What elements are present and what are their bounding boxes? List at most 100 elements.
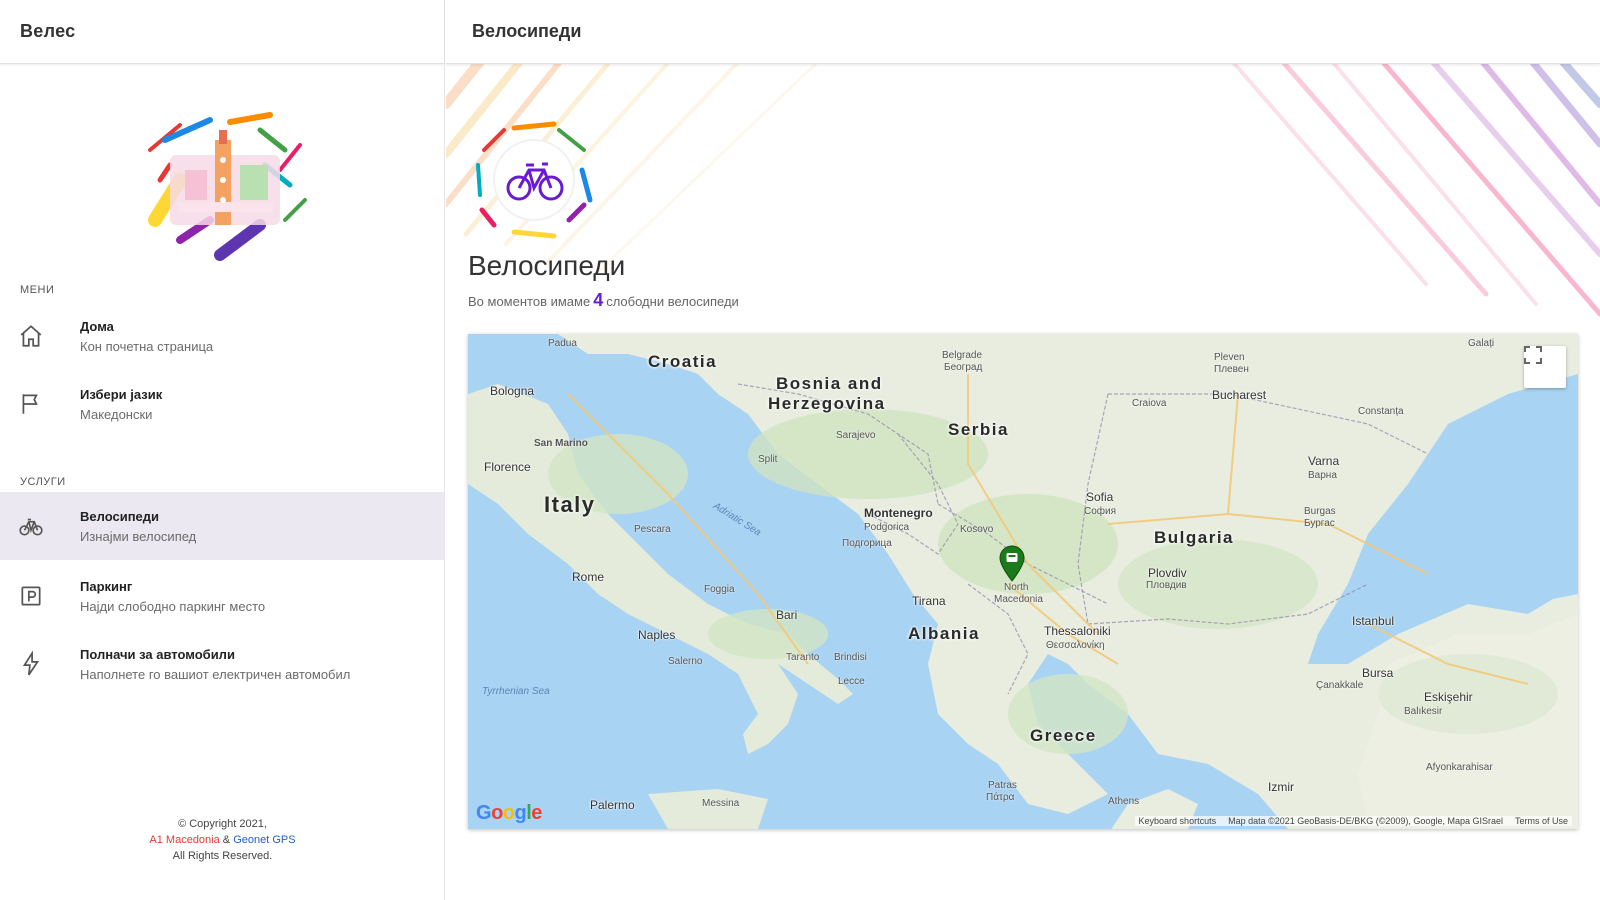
map-label-city: Београд xyxy=(944,362,983,373)
map-label-city: Podgorica xyxy=(864,522,910,533)
nav-subtitle: Македонски xyxy=(80,406,153,422)
map-label-country: Croatia xyxy=(648,352,718,371)
map-label-city: Constanța xyxy=(1358,406,1404,417)
map-label-city: Athens xyxy=(1108,796,1140,807)
map-label-city: Bologna xyxy=(490,384,535,398)
lightning-icon xyxy=(0,630,80,698)
nav-subtitle: Кон почетна страница xyxy=(80,338,214,354)
app-root: Велес МЕНИ Дома Кон почетна страница Изб… xyxy=(0,0,1600,900)
nav-subtitle: Изнајми велосипед xyxy=(80,528,197,544)
map-label-country: Herzegovina xyxy=(768,394,886,413)
map-label-city: Thessaloniki xyxy=(1044,624,1111,638)
availability-prefix: Во моментов имаме xyxy=(468,294,591,309)
sidebar-item-bicycles[interactable]: Велосипеди Изнајми велосипед xyxy=(0,492,445,560)
map-label-country: Bulgaria xyxy=(1154,528,1235,547)
map-label-city: Balıkesir xyxy=(1404,706,1443,717)
bike-station-marker[interactable] xyxy=(998,544,1026,582)
map-label-country: North xyxy=(1004,582,1029,593)
map-label-city: София xyxy=(1084,506,1117,517)
map-label-city: Варна xyxy=(1308,470,1337,481)
map-label-city: Eskişehir xyxy=(1424,690,1473,704)
main-header: Велосипеди xyxy=(446,0,1600,64)
availability-text: Во моментов имаме 4 слободни велосипеди xyxy=(468,290,739,311)
copyright: © Copyright 2021, A1 Macedonia & Geonet … xyxy=(0,816,445,864)
map-label-city: Бургас xyxy=(1304,518,1335,529)
map-label-city: Galați xyxy=(1468,338,1495,349)
a1-macedonia-link[interactable]: A1 Macedonia xyxy=(149,834,219,846)
geonet-gps-link[interactable]: Geonet GPS xyxy=(233,834,295,846)
map-label-city: Patras xyxy=(988,780,1017,791)
sidebar-item-chargers[interactable]: Полначи за автомобили Наполнете го вашио… xyxy=(0,630,445,698)
map-label-city: Pleven xyxy=(1214,352,1245,363)
map-label-country: Greece xyxy=(1030,726,1097,745)
copyright-line: © Copyright 2021, xyxy=(178,818,267,830)
map-label-city: Naples xyxy=(638,628,676,642)
map-label-city: Плевен xyxy=(1214,364,1249,375)
map-label-city: Taranto xyxy=(786,652,820,663)
page-title: Велосипеди xyxy=(468,250,626,281)
map-label-city: Bucharest xyxy=(1212,388,1267,402)
map-label-city: Brindisi xyxy=(834,652,867,663)
map-label-city: Rome xyxy=(572,570,605,584)
map-label-city: Florence xyxy=(484,460,531,474)
copyright-rights: All Rights Reserved. xyxy=(172,850,273,862)
nav-title: Дома xyxy=(80,318,114,334)
header-title: Велосипеди xyxy=(472,21,582,41)
flag-icon xyxy=(0,370,80,438)
map-label-city: Bari xyxy=(776,608,798,622)
map-label-city: Подгорица xyxy=(842,538,892,549)
home-icon xyxy=(0,302,80,370)
availability-suffix: слободни велосипеди xyxy=(606,294,739,309)
fullscreen-button[interactable] xyxy=(1524,346,1566,388)
map-label-city: Πάτρα xyxy=(986,792,1015,803)
nav-title: Паркинг xyxy=(80,578,133,594)
app-title: Велес xyxy=(20,21,76,41)
map-label-city: Lecce xyxy=(838,676,865,687)
sidebar-item-home[interactable]: Дома Кон почетна страница xyxy=(0,302,445,370)
map-label-city: Belgrade xyxy=(942,350,983,361)
map-label-city: Tirana xyxy=(912,594,946,608)
map-data-credit: Map data ©2021 GeoBasis-DE/BKG (©2009), … xyxy=(1228,816,1503,826)
map-label-city: Craiova xyxy=(1132,398,1167,409)
map-label-city: Plovdiv xyxy=(1148,566,1187,580)
sidebar-item-language[interactable]: Избери јазик Македонски xyxy=(0,370,445,438)
google-logo[interactable]: Google xyxy=(476,802,542,825)
services-section-label: УСЛУГИ xyxy=(20,476,66,488)
decorative-stripes xyxy=(446,64,1600,317)
map-label-city: Messina xyxy=(702,798,740,809)
map-label-city: Θεσσαλονίκη xyxy=(1046,640,1105,651)
menu-section-label: МЕНИ xyxy=(20,284,55,296)
nav-title: Избери јазик xyxy=(80,386,163,402)
keyboard-shortcuts-link[interactable]: Keyboard shortcuts xyxy=(1139,816,1217,826)
nav-title: Велосипеди xyxy=(80,508,160,524)
map-label-country: Bosnia and xyxy=(776,374,883,393)
nav-subtitle: Најди слободно паркинг место xyxy=(80,598,266,614)
map-label-city: Split xyxy=(758,454,778,465)
map-label-country: Albania xyxy=(908,624,980,643)
map-label-sea: Tyrrhenian Sea xyxy=(482,686,550,697)
bicycle-service-logo xyxy=(474,120,594,240)
nav-title: Полначи за автомобили xyxy=(80,646,235,662)
map-label-city: Çanakkale xyxy=(1316,680,1364,691)
available-count: 4 xyxy=(593,290,604,310)
map-label-city: Sarajevo xyxy=(836,430,876,441)
sidebar-item-parking[interactable]: Паркинг Најди слободно паркинг место xyxy=(0,562,445,630)
bike-icon xyxy=(0,492,80,560)
sidebar: Велес МЕНИ Дома Кон почетна страница Изб… xyxy=(0,0,445,900)
map-attribution: Keyboard shortcuts Map data ©2021 GeoBas… xyxy=(1134,816,1572,826)
copyright-amp: & xyxy=(222,834,231,846)
map-label-city: Burgas xyxy=(1304,506,1336,517)
map-label-city: Padua xyxy=(548,338,577,349)
map-label-city: Pescara xyxy=(634,524,671,535)
map-label-city: Istanbul xyxy=(1352,614,1395,628)
sidebar-header: Велес xyxy=(0,0,444,64)
map-label-country: Macedonia xyxy=(994,594,1043,605)
map-label-city: Bursa xyxy=(1362,666,1394,680)
map-label-city: San Marino xyxy=(534,438,588,449)
veles-city-logo xyxy=(140,110,310,270)
map[interactable]: Croatia Bosnia and Herzegovina Serbia It… xyxy=(468,334,1578,829)
map-label-country: Kosovo xyxy=(960,524,994,535)
terms-link[interactable]: Terms of Use xyxy=(1515,816,1568,826)
map-label-country: Montenegro xyxy=(864,506,933,520)
map-label-city: Afyonkarahisar xyxy=(1426,762,1493,773)
